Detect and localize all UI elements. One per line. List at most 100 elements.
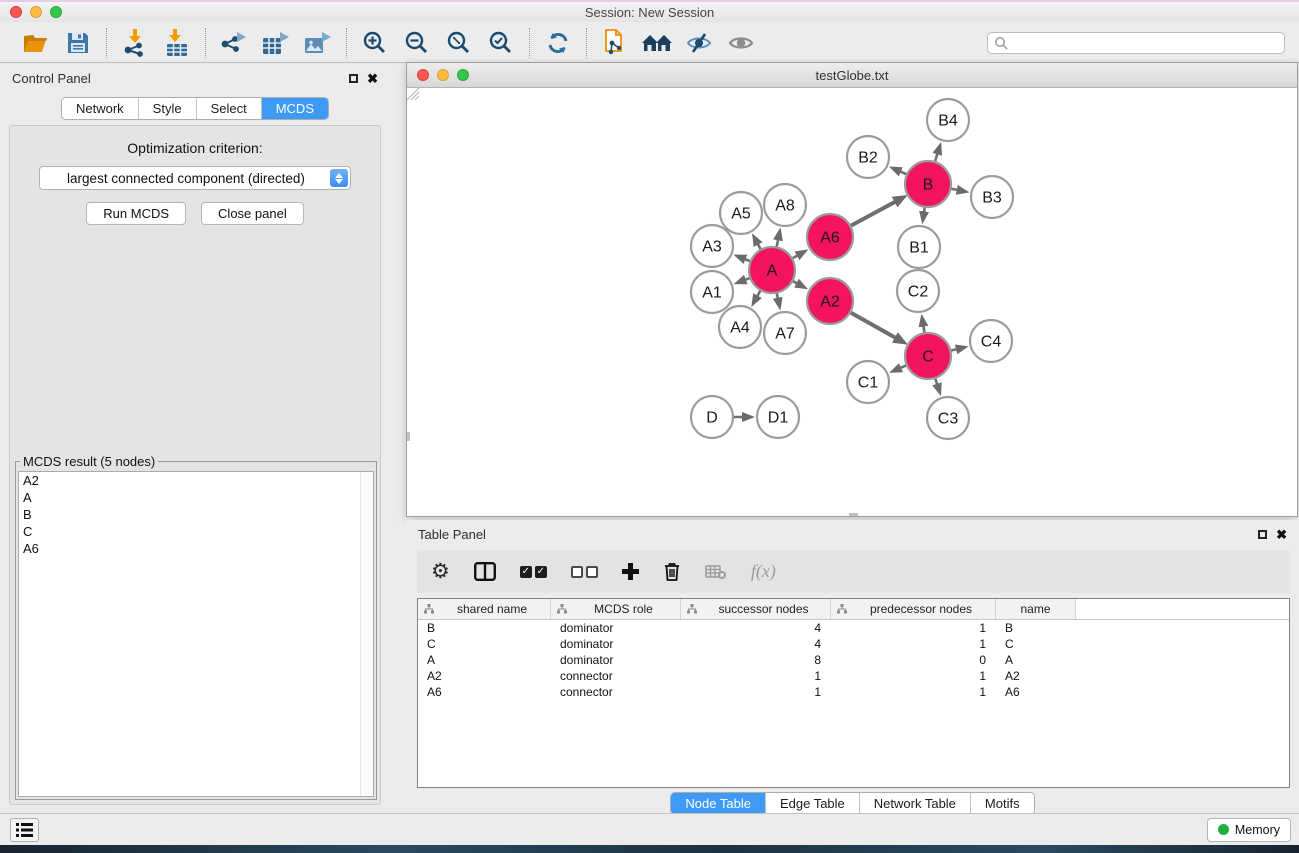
function-builder-icon[interactable]: f(x) (751, 561, 776, 582)
column-header-shared-name[interactable]: shared name (418, 599, 551, 619)
zoom-in-icon[interactable] (359, 28, 391, 58)
float-panel-icon[interactable] (349, 74, 358, 83)
cell-name[interactable]: A2 (996, 669, 1076, 683)
cell-name[interactable]: C (996, 637, 1076, 651)
search-field[interactable] (987, 32, 1285, 54)
close-window-button[interactable] (10, 6, 22, 18)
node-A2[interactable]: A2 (807, 278, 853, 324)
close-panel-icon[interactable]: ✖ (367, 72, 378, 85)
cell-successor-nodes[interactable]: 4 (681, 621, 831, 635)
node-D[interactable]: D (691, 396, 733, 438)
deselect-all-checkboxes-icon[interactable] (571, 566, 598, 578)
refresh-icon[interactable] (542, 28, 574, 58)
resize-grip[interactable] (407, 88, 420, 101)
node-C4[interactable]: C4 (970, 320, 1012, 362)
mcds-result-list[interactable]: A2ABCA6 (18, 471, 374, 797)
table-tab-network-table[interactable]: Network Table (860, 793, 971, 814)
vertical-scroll-nub[interactable] (407, 432, 410, 441)
gear-icon[interactable]: ⚙ (431, 561, 450, 582)
zoom-selected-icon[interactable] (485, 28, 517, 58)
node-A6[interactable]: A6 (807, 214, 853, 260)
table-row[interactable]: A6connector11A6 (418, 684, 1289, 700)
cell-successor-nodes[interactable]: 1 (681, 685, 831, 699)
network-minimize-button[interactable] (437, 69, 449, 81)
memory-button[interactable]: Memory (1207, 818, 1291, 842)
horizontal-scroll-nub[interactable] (849, 513, 858, 516)
cell-predecessor-nodes[interactable]: 0 (831, 653, 996, 667)
home-icon[interactable] (641, 28, 673, 58)
select-all-checkboxes-icon[interactable]: ✓✓ (520, 566, 547, 578)
network-close-button[interactable] (417, 69, 429, 81)
node-table[interactable]: shared nameMCDS rolesuccessor nodesprede… (417, 598, 1290, 788)
export-image-icon[interactable] (302, 28, 334, 58)
table-tab-motifs[interactable]: Motifs (971, 793, 1034, 814)
cell-shared-name[interactable]: A2 (418, 669, 551, 683)
result-item[interactable]: B (19, 506, 373, 523)
node-C2[interactable]: C2 (897, 270, 939, 312)
node-D1[interactable]: D1 (757, 396, 799, 438)
cell-MCDS-role[interactable]: connector (551, 669, 681, 683)
float-table-panel-icon[interactable] (1258, 530, 1267, 539)
table-row[interactable]: A2connector11A2 (418, 668, 1289, 684)
task-history-button[interactable] (10, 818, 39, 842)
cell-shared-name[interactable]: B (418, 621, 551, 635)
node-C3[interactable]: C3 (927, 397, 969, 439)
cell-shared-name[interactable]: C (418, 637, 551, 651)
cell-shared-name[interactable]: A6 (418, 685, 551, 699)
zoom-out-icon[interactable] (401, 28, 433, 58)
network-graph[interactable]: B4B2BB3A8A5A6A3B1AC2A1A2A4A7C4CC1DD1C3 (407, 88, 1297, 516)
cell-successor-nodes[interactable]: 1 (681, 669, 831, 683)
node-B1[interactable]: B1 (898, 226, 940, 268)
new-session-icon[interactable] (599, 28, 631, 58)
node-A7[interactable]: A7 (764, 312, 806, 354)
node-B2[interactable]: B2 (847, 136, 889, 178)
tab-mcds[interactable]: MCDS (262, 98, 328, 119)
cell-predecessor-nodes[interactable]: 1 (831, 669, 996, 683)
cell-predecessor-nodes[interactable]: 1 (831, 637, 996, 651)
node-A5[interactable]: A5 (720, 192, 762, 234)
close-panel-button[interactable]: Close panel (201, 202, 304, 225)
network-canvas[interactable]: B4B2BB3A8A5A6A3B1AC2A1A2A4A7C4CC1DD1C3 (407, 88, 1297, 516)
import-table-icon[interactable] (161, 28, 193, 58)
cell-shared-name[interactable]: A (418, 653, 551, 667)
table-row[interactable]: Cdominator41C (418, 636, 1289, 652)
export-table-icon[interactable] (260, 28, 292, 58)
column-header-name[interactable]: name (996, 599, 1076, 619)
node-A[interactable]: A (749, 247, 795, 293)
hide-selected-eye-icon[interactable] (683, 28, 715, 58)
delete-column-icon[interactable] (663, 561, 681, 582)
column-header-MCDS-role[interactable]: MCDS role (551, 599, 681, 619)
cell-successor-nodes[interactable]: 8 (681, 653, 831, 667)
table-row[interactable]: Bdominator41B (418, 620, 1289, 636)
node-A1[interactable]: A1 (691, 271, 733, 313)
column-header-successor-nodes[interactable]: successor nodes (681, 599, 831, 619)
cell-successor-nodes[interactable]: 4 (681, 637, 831, 651)
result-item[interactable]: A (19, 489, 373, 506)
node-A3[interactable]: A3 (691, 225, 733, 267)
column-header-predecessor-nodes[interactable]: predecessor nodes (831, 599, 996, 619)
show-all-eye-icon[interactable] (725, 28, 757, 58)
result-item[interactable]: A2 (19, 472, 373, 489)
node-B3[interactable]: B3 (971, 176, 1013, 218)
export-network-icon[interactable] (218, 28, 250, 58)
delete-table-icon[interactable] (705, 564, 727, 580)
run-mcds-button[interactable]: Run MCDS (86, 202, 186, 225)
cell-MCDS-role[interactable]: dominator (551, 621, 681, 635)
tab-network[interactable]: Network (62, 98, 139, 119)
node-C[interactable]: C (905, 333, 951, 379)
node-A4[interactable]: A4 (719, 306, 761, 348)
save-session-icon[interactable] (62, 28, 94, 58)
table-row[interactable]: Adominator80A (418, 652, 1289, 668)
node-A8[interactable]: A8 (764, 184, 806, 226)
result-list-scrollbar[interactable] (360, 472, 373, 796)
cell-name[interactable]: B (996, 621, 1076, 635)
cell-MCDS-role[interactable]: connector (551, 685, 681, 699)
cell-MCDS-role[interactable]: dominator (551, 637, 681, 651)
tab-style[interactable]: Style (139, 98, 197, 119)
column-layout-icon[interactable] (474, 562, 496, 581)
node-C1[interactable]: C1 (847, 361, 889, 403)
cell-predecessor-nodes[interactable]: 1 (831, 621, 996, 635)
network-zoom-button[interactable] (457, 69, 469, 81)
add-column-icon[interactable] (622, 563, 639, 580)
result-item[interactable]: A6 (19, 540, 373, 557)
